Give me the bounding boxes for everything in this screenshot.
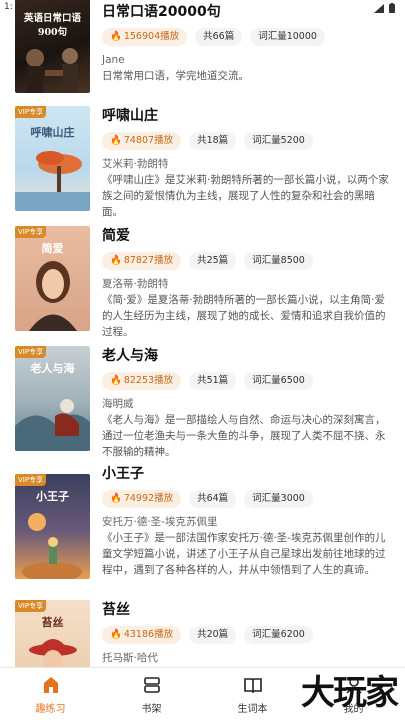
book-item[interactable]: VIP专享 苔丝 苔丝 🔥 43186播放 共20篇 词汇量6200 托马斯·哈代 [0, 598, 405, 668]
book-title: 简爱 [102, 228, 130, 244]
vocab-badge: 词汇量3000 [244, 490, 313, 508]
tab-vocabulary[interactable]: 生词本 [202, 668, 303, 720]
chapters-badge: 共18篇 [189, 132, 237, 150]
chapters-badge: 共66篇 [195, 28, 243, 46]
book-cover[interactable]: VIP专享 苔丝 [15, 600, 90, 668]
tab-label: 书架 [141, 704, 162, 715]
book-tags: 🔥 82253播放 共51篇 词汇量6500 [102, 372, 394, 390]
book-author: 托马斯·哈代 [102, 652, 158, 664]
chapters-badge: 共64篇 [189, 490, 237, 508]
fire-icon: 🔥 [110, 255, 122, 266]
book-tags: 🔥 87827播放 共25篇 词汇量8500 [102, 252, 394, 270]
book-cover[interactable]: VIP专享 小王子 [15, 474, 90, 579]
fire-icon: 🔥 [110, 375, 122, 386]
book-item[interactable]: 英语日常口语 900句 日常口语20000句 🔥 156904播放 共66篇 词汇… [0, 0, 405, 110]
book-title: 日常口语20000句 [102, 4, 221, 20]
bookshelf-icon [143, 677, 160, 693]
home-icon [43, 677, 58, 693]
book-author: 海明威 [102, 398, 134, 410]
plays-badge: 🔥 43186播放 [102, 626, 182, 644]
bottom-tab-bar: 趣练习 书架 生词本 我的 大玩家 [0, 667, 405, 720]
book-tags: 🔥 74992播放 共64篇 词汇量3000 [102, 490, 394, 508]
plays-badge: 🔥 87827播放 [102, 252, 182, 270]
fire-icon: 🔥 [110, 31, 122, 42]
cover-title: 英语日常口语 900句 [23, 13, 81, 38]
book-title: 老人与海 [102, 348, 158, 364]
book-description: 《老人与海》是一部描绘人与自然、命运与决心的深刻寓言，通过一位老渔夫与一条大鱼的… [102, 414, 386, 458]
tab-label: 生词本 [237, 704, 268, 715]
book-cover[interactable]: VIP专享 简爱 [15, 226, 90, 331]
watermark-logo: 大玩家 [301, 673, 399, 713]
book-description: 《呼啸山庄》是艾米莉·勃朗特所著的一部长篇小说，以两个家族之间的爱恨情仇为主线，… [102, 174, 389, 218]
chapters-badge: 共25篇 [189, 252, 237, 270]
book-item[interactable]: VIP专享 呼啸山庄 呼啸山庄 🔥 74807播放 共18篇 词汇量5200 艾米… [0, 104, 405, 222]
book-cover[interactable]: 英语日常口语 900句 [15, 0, 90, 93]
cover-title: 苔丝 [41, 616, 64, 629]
vocab-badge: 词汇量6500 [244, 372, 313, 390]
cover-art [15, 151, 90, 211]
plays-badge: 🔥 74807播放 [102, 132, 182, 150]
book-tags: 🔥 74807播放 共18篇 词汇量5200 [102, 132, 394, 150]
book-cover[interactable]: VIP专享 老人与海 [15, 346, 90, 451]
book-item[interactable]: VIP专享 简爱 简爱 🔥 87827播放 共25篇 词汇量8500 夏洛蒂·勃朗… [0, 224, 405, 342]
fire-icon: 🔥 [110, 493, 122, 504]
cover-title: 简爱 [41, 242, 64, 255]
vocab-badge: 词汇量6200 [244, 626, 313, 644]
vocab-badge: 词汇量10000 [250, 28, 325, 46]
book-author: 夏洛蒂·勃朗特 [102, 278, 169, 290]
plays-badge: 🔥 74992播放 [102, 490, 182, 508]
vocab-badge: 词汇量8500 [244, 252, 313, 270]
chapters-badge: 共51篇 [189, 372, 237, 390]
cover-title: 老人与海 [30, 362, 75, 375]
fire-icon: 🔥 [110, 629, 122, 640]
book-item[interactable]: VIP专享 小王子 小王子 🔥 74992播放 共64篇 词汇量3000 安托万·… [0, 466, 405, 590]
cover-title: 小王子 [36, 490, 69, 503]
chapters-badge: 共20篇 [189, 626, 237, 644]
open-book-icon [243, 678, 262, 694]
book-description: 《小王子》是一部法国作家安托万·德·圣-埃克苏佩里创作的儿童文学短篇小说，讲述了… [102, 532, 386, 576]
book-list[interactable]: 英语日常口语 900句 日常口语20000句 🔥 156904播放 共66篇 词汇… [0, 0, 405, 668]
book-author: 安托万·德·圣-埃克苏佩里 [102, 516, 218, 528]
book-title: 小王子 [102, 466, 144, 482]
plays-badge: 🔥 156904播放 [102, 28, 188, 46]
book-title: 苔丝 [102, 602, 130, 618]
book-item[interactable]: VIP专享 老人与海 老人与海 🔥 82253播放 共51篇 词汇量6500 海明… [0, 344, 405, 462]
book-author: 艾米莉·勃朗特 [102, 158, 169, 170]
book-description: 《简·爱》是夏洛蒂·勃朗特所著的一部长篇小说，以主角简·爱的人生经历为主线，展现… [102, 294, 386, 338]
fire-icon: 🔥 [110, 135, 122, 146]
book-tags: 🔥 156904播放 共66篇 词汇量10000 [102, 28, 394, 46]
book-title: 呼啸山庄 [102, 108, 158, 124]
cover-title: 呼啸山庄 [30, 126, 75, 139]
plays-badge: 🔥 82253播放 [102, 372, 182, 390]
book-tags: 🔥 43186播放 共20篇 词汇量6200 [102, 626, 394, 644]
tab-practice[interactable]: 趣练习 [0, 668, 101, 720]
vocab-badge: 词汇量5200 [244, 132, 313, 150]
book-author: Jane [102, 54, 125, 66]
tab-label: 趣练习 [35, 704, 66, 715]
book-cover[interactable]: VIP专享 呼啸山庄 [15, 106, 90, 211]
tab-bookshelf[interactable]: 书架 [101, 668, 202, 720]
cover-art [29, 639, 77, 668]
